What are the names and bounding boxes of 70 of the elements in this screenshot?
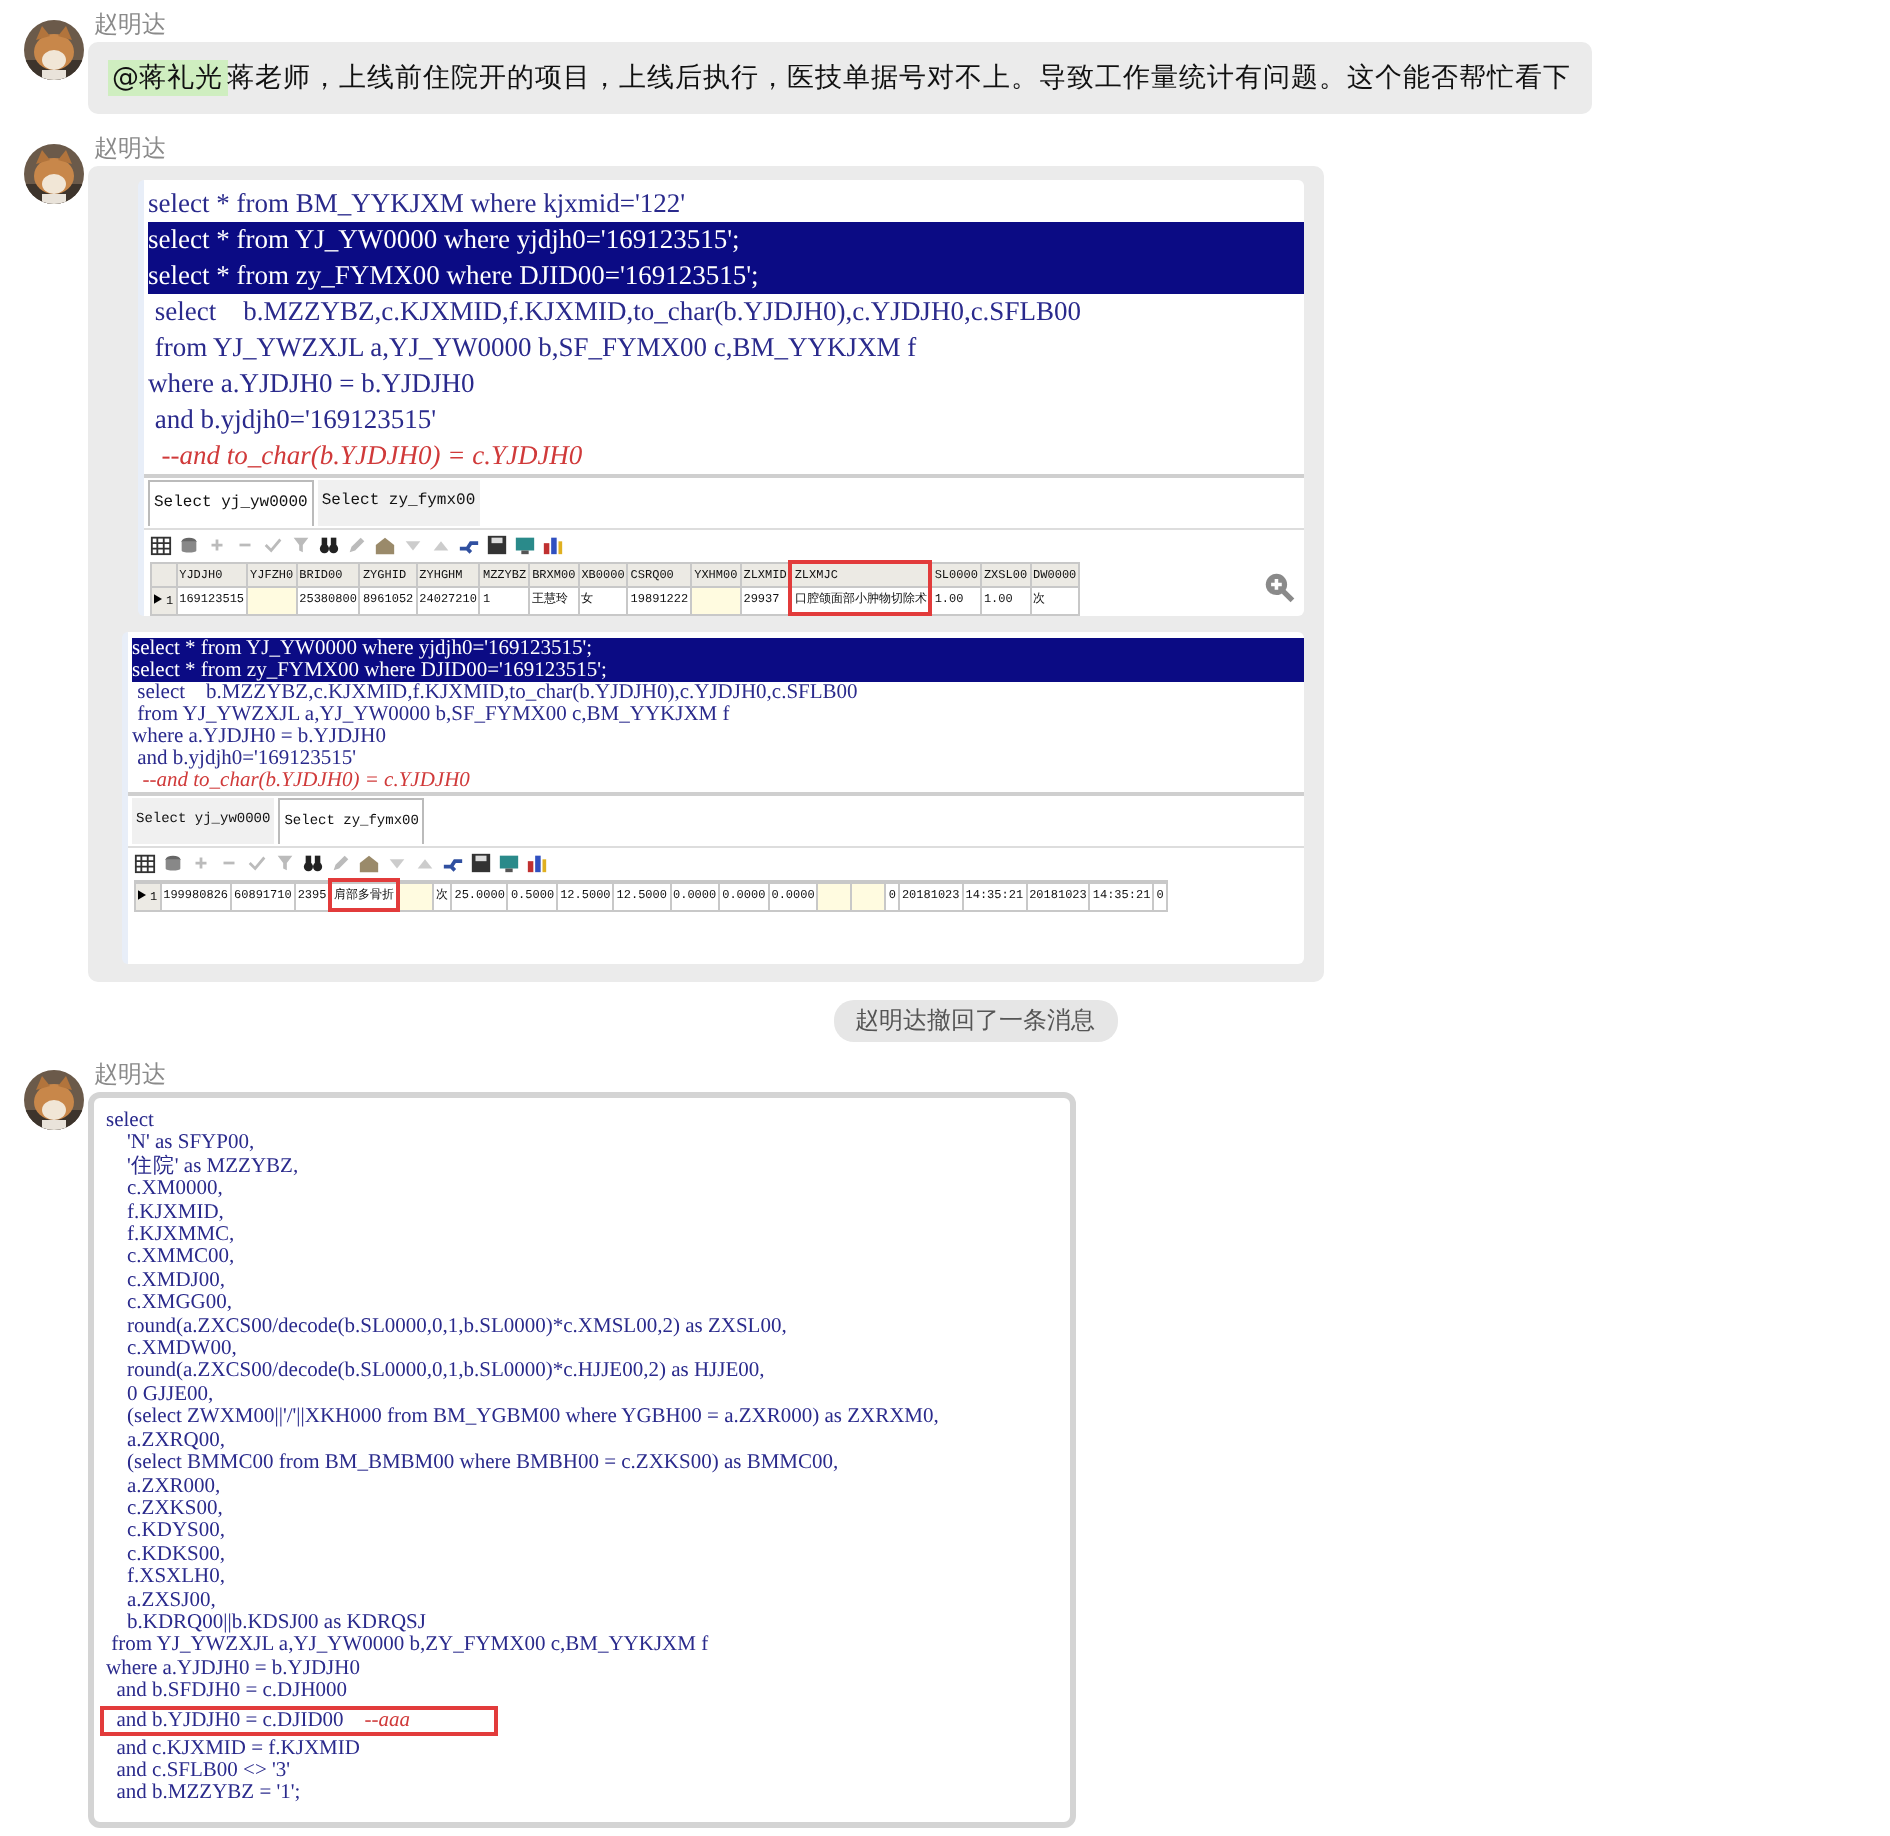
code-line: and b.MZZYBZ = '1'; (114, 1782, 303, 1806)
code-line: and b.SFDJH0 = c.DJH000 (114, 1680, 350, 1704)
code-line: where a.YJDJH0 = b.YJDJH0 (132, 726, 388, 748)
house-icon[interactable] (358, 852, 380, 874)
recall-notice: 赵明达撤回了一条消息 (833, 1000, 1117, 1042)
code-line: 'N' as SFYP00, (125, 1132, 257, 1155)
message-text: 蒋老师，上线前住院开的项目，上线后执行，医技单据号对不上。导致工作量统计有问题。这个能否帮忙看下 (227, 62, 1571, 94)
code-line: from YJ_YWZXJL a,YJ_YW0000 b,SF_FYMX00 c,BM_YYKJXM f (152, 330, 919, 366)
code-line: 0 GJJE00, (125, 1383, 216, 1407)
code-line: round(a.ZXCS00/decode(b.SL0000,0,1,b.SL0000)*c.XMSL00,2) as ZXSL00, (125, 1315, 789, 1339)
grid-icon[interactable] (150, 534, 172, 556)
code-line: from YJ_YWZXJL a,YJ_YW0000 b,ZY_FYMX00 c,BM_YYKJXM f (109, 1634, 711, 1658)
code-line: c.XM0000, (125, 1178, 225, 1202)
code-line: '住院' as MZZYBZ, (125, 1155, 301, 1179)
sender-name: 赵明达 (94, 132, 166, 166)
code-line: a.ZXR000, (125, 1475, 223, 1498)
monitor-icon[interactable] (514, 534, 536, 556)
save-icon[interactable] (470, 852, 492, 874)
save-icon[interactable] (486, 534, 508, 556)
check-icon[interactable] (262, 534, 284, 556)
code-line: where a.YJDJH0 = b.YJDJH0 (148, 366, 477, 402)
result-tab[interactable]: Select zy_fymx00 (317, 480, 480, 526)
monitor-icon[interactable] (498, 852, 520, 874)
code-line: and b.yjdjh0='169123515' (152, 402, 439, 438)
grid-icon[interactable] (134, 852, 156, 874)
sender-name: 赵明达 (94, 8, 166, 42)
binoculars-icon[interactable] (318, 534, 340, 556)
row-pointer-icon (154, 593, 162, 604)
code-line: and c.SFLB00 <> '3' (114, 1759, 293, 1783)
code-line: a.ZXSJ00, (125, 1589, 218, 1612)
code-line: (select ZWXM00||'/'||XKH000 from BM_YGBM00 where YGBH00 = a.ZXR000) as ZXRXM0, (125, 1406, 941, 1430)
code-line: (select BMMC00 from BM_BMBM00 where BMBH00 = c.ZXKS00) as BMMC00, (125, 1452, 841, 1475)
screenshot-image[interactable] (88, 1092, 1076, 1828)
mention-tag[interactable]: @蒋礼光 (108, 60, 227, 96)
house-icon[interactable] (374, 534, 396, 556)
code-line: f.XSXLH0, (125, 1566, 227, 1590)
code-line: c.KDYS00, (125, 1520, 227, 1544)
code-line: and b.yjdjh0='169123515' (135, 748, 359, 770)
code-line: c.XMMC00, (125, 1246, 237, 1270)
code-line: c.XMDJ00, (125, 1269, 227, 1293)
code-line: c.ZXKS00, (125, 1497, 225, 1521)
code-line: where a.YJDJH0 = b.YJDJH0 (106, 1657, 362, 1681)
code-line: select * from BM_YYKJXM where kjxmid='122' (148, 186, 688, 222)
binoculars-icon[interactable] (302, 852, 324, 874)
bar-chart-icon[interactable] (526, 852, 548, 874)
code-line: select b.MZZYBZ,c.KJXMID,f.KJXMID,to_char(b.YJDJH0),c.YJDJH0,c.SFLB00 (152, 294, 1083, 330)
code-line: select b.MZZYBZ,c.KJXMID,f.KJXMID,to_char(b.YJDJH0),c.YJDJH0,c.SFLB00 (135, 682, 860, 704)
zoom-in-icon[interactable] (1264, 572, 1296, 604)
code-line: from YJ_YWZXJL a,YJ_YW0000 b,SF_FYMX00 c,BM_YYKJXM f (135, 704, 732, 726)
row-pointer-icon (138, 889, 146, 900)
database-icon[interactable] (178, 534, 200, 556)
bar-chart-icon[interactable] (542, 534, 564, 556)
code-line: c.XMGG00, (125, 1292, 234, 1316)
database-icon[interactable] (162, 852, 184, 874)
code-line: and c.KJXMID = f.KJXMID (114, 1737, 362, 1760)
code-line: --and to_char(b.YJDJH0) = c.YJDJH0 (159, 438, 585, 474)
screenshot-image[interactable] (122, 632, 1304, 964)
code-line: c.KDKS00, (125, 1543, 227, 1567)
check-icon[interactable] (246, 852, 268, 874)
code-line: b.KDRQ00||b.KDSJ00 as KDRQSJ (125, 1611, 428, 1635)
code-line: a.ZXRQ00, (125, 1429, 227, 1453)
code-line: f.KJXMMC, (125, 1224, 237, 1247)
screenshot-image[interactable] (138, 180, 1304, 616)
code-line: round(a.ZXCS00/decode(b.SL0000,0,1,b.SL0000)*c.HJJE00,2) as HJJE00, (125, 1360, 767, 1384)
code-line: c.XMDW00, (125, 1338, 239, 1361)
code-line: --and to_char(b.YJDJH0) = c.YJDJH0 (140, 770, 472, 792)
sender-name: 赵明达 (94, 1058, 166, 1092)
code-line: f.KJXMID, (125, 1201, 226, 1225)
code-line: select (106, 1110, 156, 1133)
result-tab[interactable]: Select yj_yw0000 (148, 480, 314, 526)
